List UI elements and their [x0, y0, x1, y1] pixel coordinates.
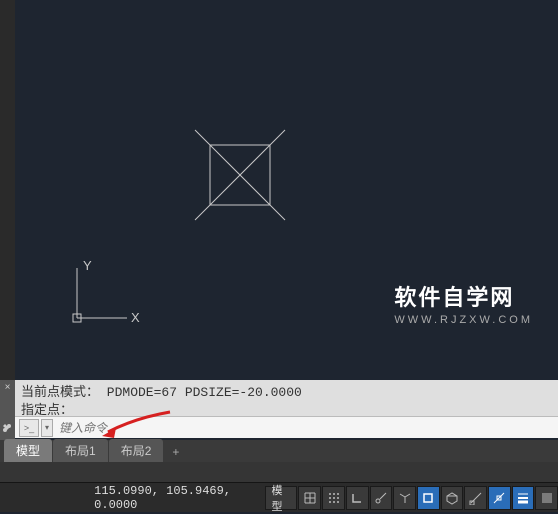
command-prompt-icon[interactable]: >_	[19, 419, 39, 437]
wrench-icon[interactable]	[2, 423, 14, 438]
ucs-x-label: X	[131, 310, 140, 325]
watermark: 软件自学网 WWW.RJZXW.COM	[394, 280, 533, 326]
dyn-input-icon[interactable]	[488, 486, 511, 510]
lineweight-icon[interactable]	[512, 486, 535, 510]
command-history[interactable]: 当前点模式： PDMODE=67 PDSIZE=-20.0000 指定点：	[15, 380, 558, 416]
transparency-icon[interactable]	[535, 486, 558, 510]
ortho-icon[interactable]	[346, 486, 369, 510]
status-bar: 115.0990, 105.9469, 0.0000 模型	[0, 482, 558, 512]
isometric-icon[interactable]	[393, 486, 416, 510]
tab-layout1[interactable]: 布局1	[53, 439, 108, 462]
tab-layout2[interactable]: 布局2	[109, 439, 164, 462]
close-icon[interactable]: ×	[5, 382, 11, 393]
tab-model[interactable]: 模型	[4, 439, 52, 462]
ucs-y-label: Y	[83, 260, 92, 273]
tab-add-button[interactable]: +	[164, 442, 187, 462]
command-history-line: 当前点模式： PDMODE=67 PDSIZE=-20.0000	[21, 384, 552, 402]
layout-tabs: 模型 布局1 布局2 +	[0, 440, 558, 462]
snap-icon[interactable]	[322, 486, 345, 510]
grid-icon[interactable]	[298, 486, 321, 510]
command-panel-handle[interactable]: ×	[0, 380, 15, 445]
ucs-icon: Y X	[65, 260, 155, 330]
left-strip	[0, 0, 15, 380]
drawing-canvas[interactable]: Y X 软件自学网 WWW.RJZXW.COM	[15, 0, 558, 380]
osnap-icon[interactable]	[417, 486, 440, 510]
command-panel: × 当前点模式： PDMODE=67 PDSIZE=-20.0000 指定点： …	[0, 380, 558, 438]
watermark-url: WWW.RJZXW.COM	[394, 314, 533, 326]
watermark-title: 软件自学网	[394, 280, 533, 312]
command-input[interactable]	[53, 419, 558, 437]
3dosnap-icon[interactable]	[441, 486, 464, 510]
model-space-button[interactable]: 模型	[265, 486, 298, 510]
coordinates-display[interactable]: 115.0990, 105.9469, 0.0000	[86, 484, 263, 512]
point-entity[interactable]	[185, 120, 295, 230]
separator-bar	[0, 462, 558, 482]
otrack-icon[interactable]	[464, 486, 487, 510]
polar-icon[interactable]	[370, 486, 393, 510]
command-input-row: >_ ▾	[15, 416, 558, 438]
command-history-dropdown[interactable]: ▾	[41, 419, 53, 437]
